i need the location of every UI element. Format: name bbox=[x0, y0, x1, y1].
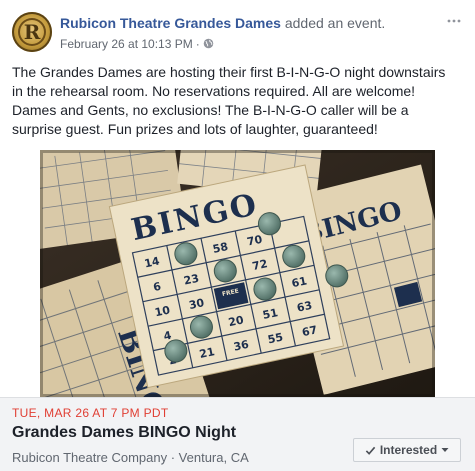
check-icon bbox=[365, 446, 376, 455]
post-timestamp[interactable]: February 26 at 10:13 PM bbox=[60, 37, 193, 51]
interested-label: Interested bbox=[379, 443, 438, 457]
avatar[interactable]: R bbox=[12, 12, 52, 52]
post-action-text: added an event. bbox=[284, 15, 386, 31]
event-details: TUE, MAR 26 AT 7 PM PDT Grandes Dames BI… bbox=[0, 397, 475, 471]
post-message: The Grandes Dames are hosting their firs… bbox=[12, 64, 446, 137]
event-post: R Rubicon Theatre Grandes Dames added an… bbox=[0, 0, 475, 471]
more-options-icon[interactable] bbox=[447, 14, 461, 28]
interested-button[interactable]: Interested bbox=[353, 438, 461, 462]
meta-separator: · bbox=[195, 37, 200, 51]
page-name-link[interactable]: Rubicon Theatre Grandes Dames bbox=[60, 15, 281, 31]
post-meta: February 26 at 10:13 PM · bbox=[60, 37, 214, 51]
globe-icon[interactable] bbox=[203, 38, 214, 49]
avatar-logo-letter: R bbox=[23, 20, 41, 44]
bingo-cards-illustration: BINGO BINGO BINGO bbox=[40, 150, 435, 397]
event-date: TUE, MAR 26 AT 7 PM PDT bbox=[12, 406, 169, 420]
event-location[interactable]: Rubicon Theatre Company · Ventura, CA bbox=[12, 450, 249, 465]
caret-down-icon bbox=[441, 448, 449, 452]
author-line: Rubicon Theatre Grandes Dames added an e… bbox=[60, 15, 385, 31]
event-title-link[interactable]: Grandes Dames BINGO Night bbox=[12, 424, 236, 442]
event-cover-image[interactable]: BINGO BINGO BINGO bbox=[40, 150, 435, 397]
post-header: R Rubicon Theatre Grandes Dames added an… bbox=[12, 12, 463, 56]
